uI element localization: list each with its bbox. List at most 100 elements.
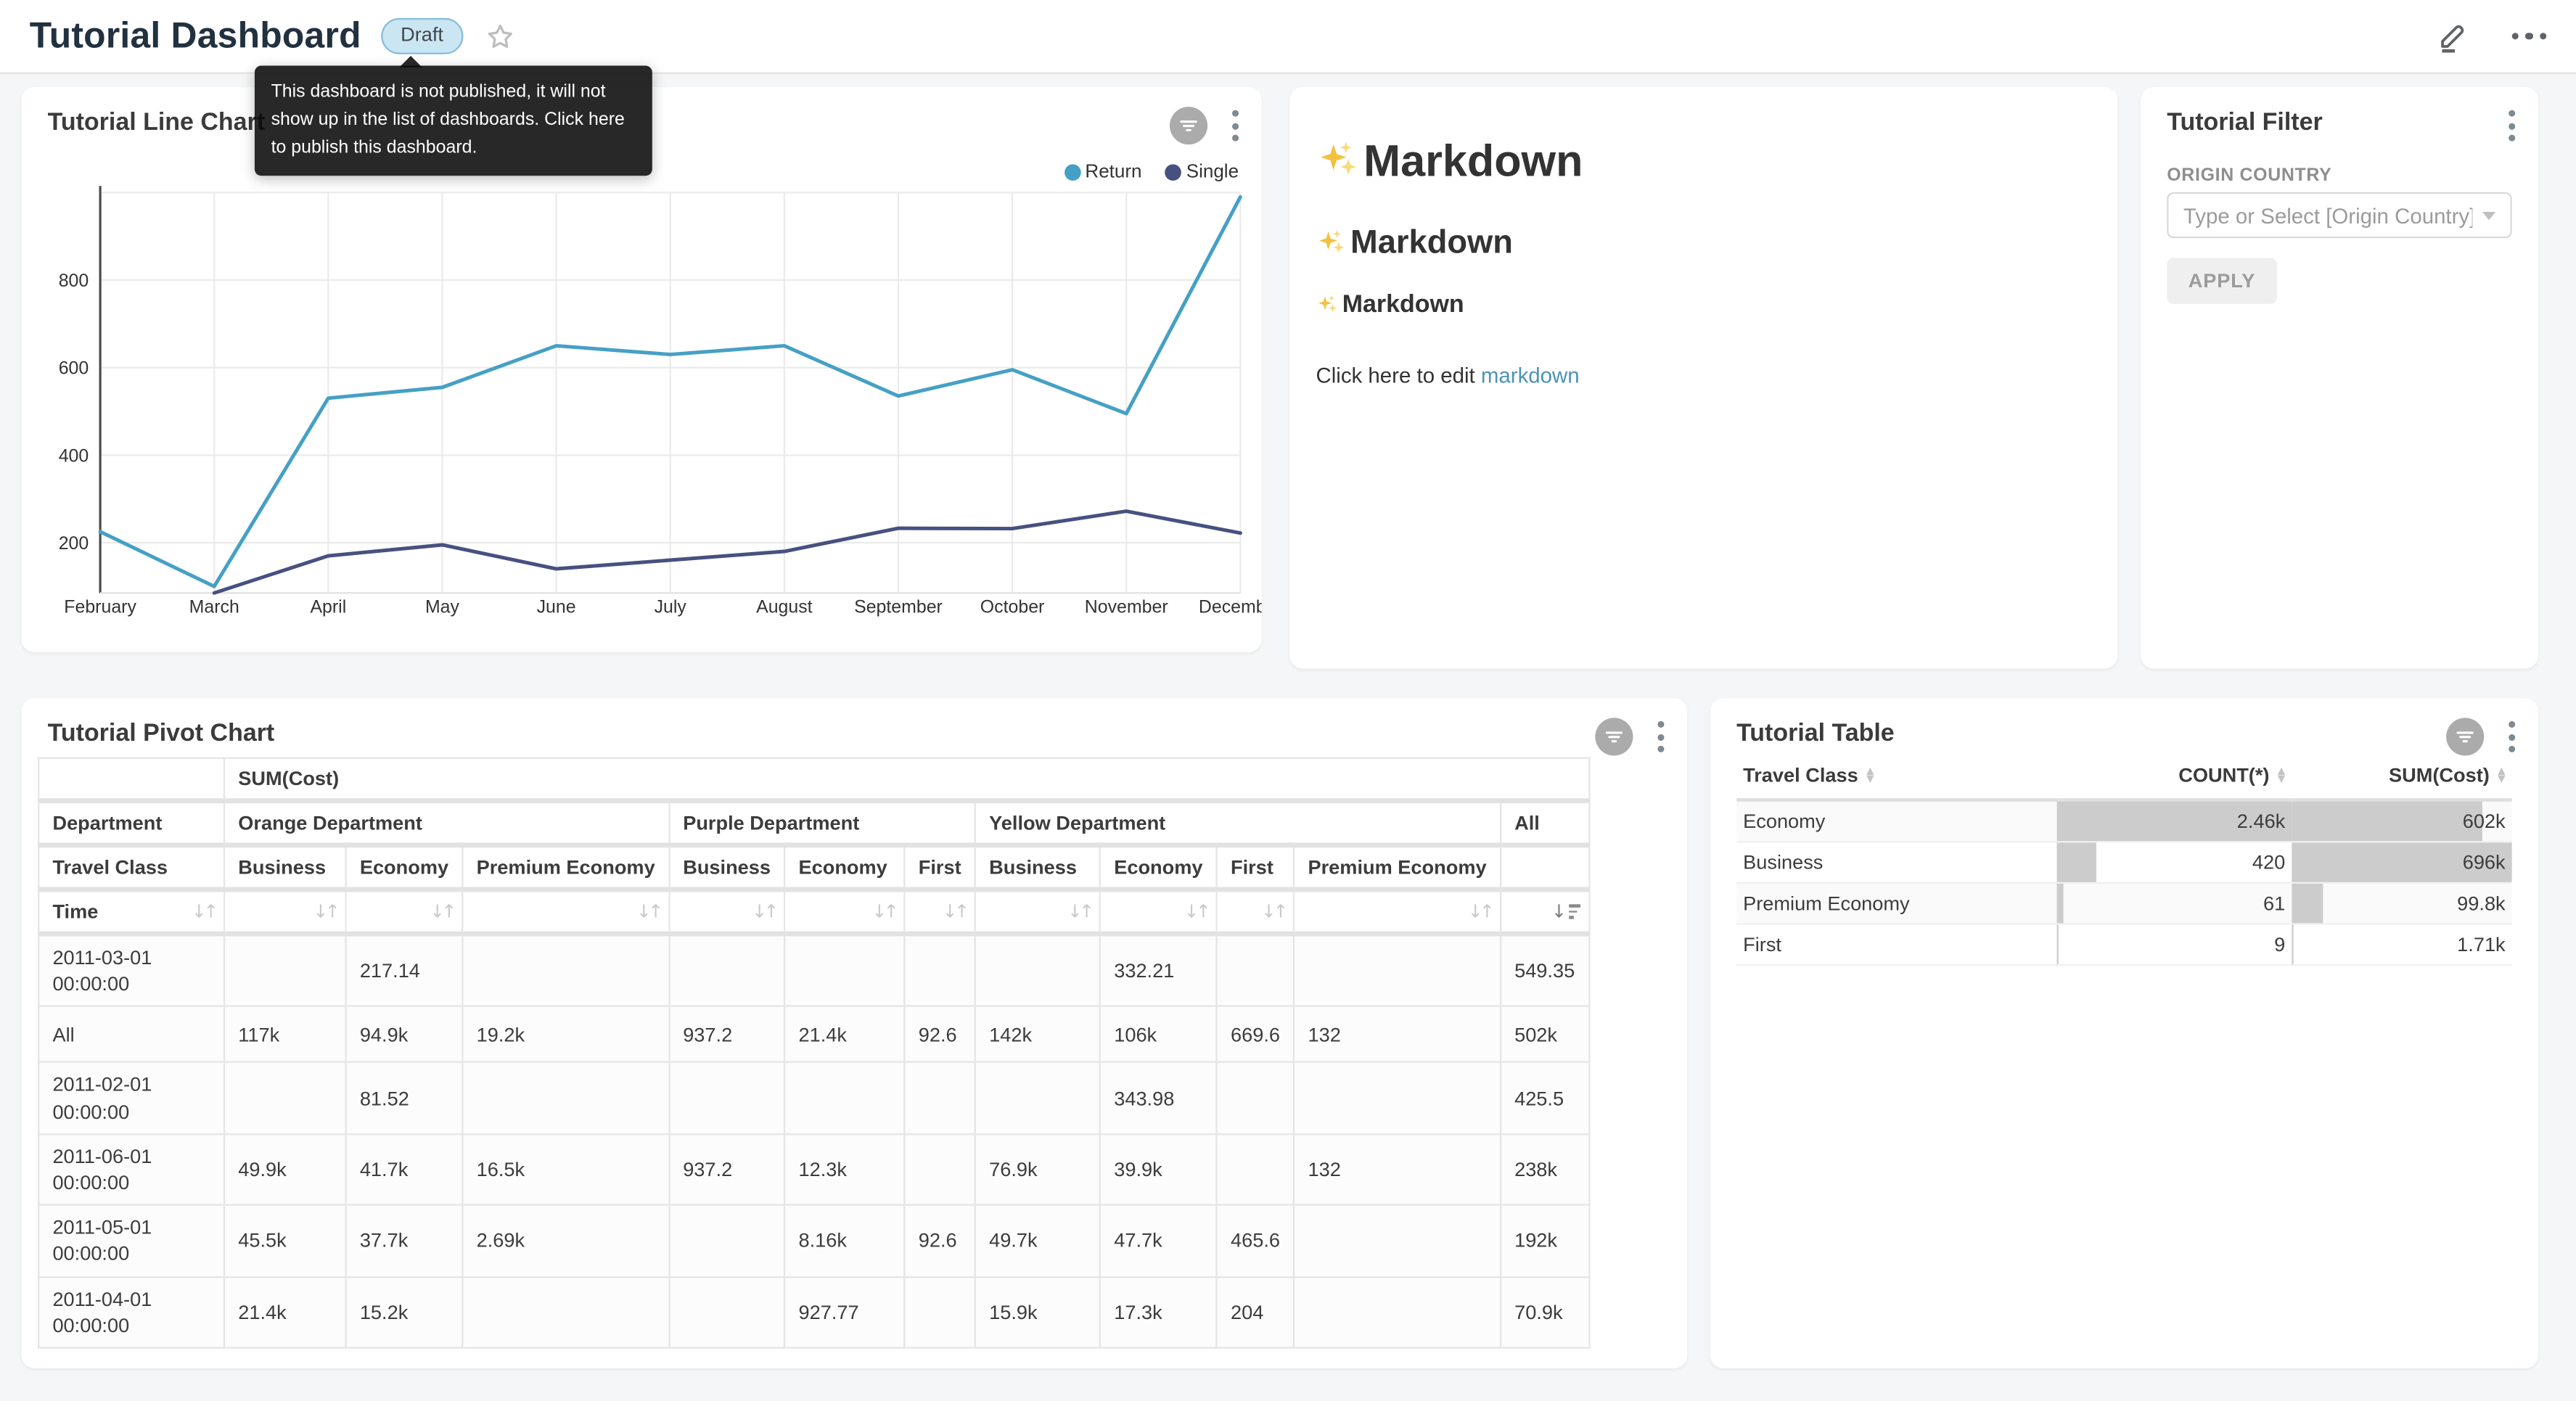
sort-icon[interactable]: ↓↑	[430, 901, 454, 922]
pivot-row-label: 2011-06-0100:00:00	[38, 1134, 224, 1205]
cross-filter-button[interactable]	[2446, 718, 2484, 755]
pivot-cell: 17.3k	[1100, 1276, 1217, 1347]
table-row[interactable]: First91.71k	[1736, 924, 2512, 966]
table-row[interactable]: Business420696k	[1736, 842, 2512, 883]
pivot-cell: 94.9k	[346, 1007, 463, 1063]
origin-country-label: ORIGIN COUNTRY	[2167, 166, 2331, 186]
legend-item[interactable]: Return	[1064, 163, 1142, 182]
sort-icon[interactable]: ↓↑	[1261, 901, 1285, 922]
tooltip-arrow	[399, 56, 422, 67]
pivot-department-header: All	[1501, 801, 1589, 845]
pivot-corner-cell	[38, 758, 224, 801]
count-cell: 9	[2057, 924, 2292, 966]
pivot-cell: 106k	[1100, 1007, 1217, 1063]
pivot-cell	[905, 1276, 975, 1347]
pivot-cell: 16.5k	[462, 1134, 669, 1205]
travel-class-cell: Business	[1736, 842, 2056, 883]
draft-tooltip[interactable]: This dashboard is not published, it will…	[255, 66, 652, 176]
cross-filter-button[interactable]	[1595, 718, 1633, 755]
svg-text:February: February	[64, 596, 136, 617]
pivot-cell	[669, 1276, 784, 1347]
sort-icon[interactable]: ↓↑	[1468, 901, 1492, 922]
pivot-cell: 238k	[1501, 1134, 1589, 1205]
pivot-data-row: 2011-03-0100:00:00217.14332.21549.35	[38, 934, 1588, 1006]
pivot-class-header: Business	[669, 845, 784, 890]
pivot-cell: 117k	[224, 1007, 346, 1063]
sort-icon[interactable]: ↓↑	[313, 901, 337, 922]
sort-icon[interactable]: ↓↑	[1184, 901, 1208, 922]
dashboard-page: Tutorial Dashboard Draft This dashboard …	[0, 0, 2576, 1401]
column-header-travel-class[interactable]: Travel Class▲▼	[1736, 757, 2056, 800]
sort-icon[interactable]: ▲▼	[1866, 767, 1874, 784]
pivot-cell: 19.2k	[462, 1007, 669, 1063]
pivot-sort-cell: ↓↑	[462, 890, 669, 934]
chart-legend: Return Single	[1064, 163, 1239, 182]
pivot-cell: 343.98	[1100, 1063, 1217, 1134]
pivot-sort-cell: ↓↑	[1217, 890, 1294, 934]
pivot-class-header: First	[1217, 845, 1294, 890]
svg-text:May: May	[425, 596, 460, 617]
filter-menu-button[interactable]	[2506, 107, 2519, 144]
svg-text:July: July	[655, 596, 687, 617]
pivot-cell	[224, 934, 346, 1006]
svg-text:October: October	[980, 596, 1045, 617]
column-header-count[interactable]: COUNT(*)▲▼	[2057, 757, 2292, 800]
markdown-paragraph: Click here to edit markdown	[1316, 363, 2091, 387]
markdown-heading-2: Markdown	[1316, 225, 2091, 263]
edit-dashboard-button[interactable]	[2435, 20, 2468, 52]
pivot-cell: 49.9k	[224, 1134, 346, 1205]
pivot-sort-cell: ↓↑	[669, 890, 784, 934]
pivot-cell: 142k	[975, 1007, 1100, 1063]
pivot-cell: 81.52	[346, 1063, 463, 1134]
filter-card-title: Tutorial Filter	[2167, 108, 2322, 136]
pencil-icon	[2435, 20, 2468, 52]
pivot-col-dim-label: Travel Class	[38, 845, 224, 890]
pivot-cell: 2.69k	[462, 1205, 669, 1276]
chevron-down-icon	[2482, 211, 2495, 219]
more-actions-button[interactable]	[2511, 33, 2547, 40]
edit-markdown-link[interactable]: markdown	[1481, 363, 1580, 387]
sort-icon[interactable]: ↓↑	[752, 901, 776, 922]
column-header-sum-cost[interactable]: SUM(Cost)▲▼	[2292, 757, 2511, 800]
pivot-table: SUM(Cost)DepartmentOrange DepartmentPurp…	[38, 757, 1589, 1349]
draft-status-badge[interactable]: Draft	[381, 19, 463, 54]
pivot-cell	[905, 1063, 975, 1134]
pivot-cell: 70.9k	[1501, 1276, 1589, 1347]
legend-item[interactable]: Single	[1165, 163, 1239, 182]
sort-icon[interactable]: ↓↑	[871, 901, 895, 922]
sort-icon[interactable]: ▲▼	[2498, 767, 2505, 784]
pivot-cell	[1294, 1063, 1501, 1134]
sort-icon[interactable]: ↓↑	[192, 901, 216, 922]
table-row[interactable]: Premium Economy6199.8k	[1736, 883, 2512, 924]
pivot-data-row: All117k94.9k19.2k937.221.4k92.6142k106k6…	[38, 1007, 1588, 1063]
sort-icon[interactable]: ↓↑	[1067, 901, 1091, 922]
pivot-sort-cell: ↓↑	[346, 890, 463, 934]
sort-desc-icon[interactable]: ↓	[1551, 901, 1580, 922]
pivot-chart-title: Tutorial Pivot Chart	[48, 720, 275, 747]
pivot-cell: 937.2	[669, 1007, 784, 1063]
sort-icon[interactable]: ↓↑	[636, 901, 660, 922]
pivot-row-label: 2011-04-0100:00:00	[38, 1276, 224, 1347]
svg-text:800: 800	[59, 271, 89, 291]
pivot-sort-cell: ↓↑	[975, 890, 1100, 934]
pivot-cell: 21.4k	[784, 1007, 904, 1063]
pivot-cell	[462, 1276, 669, 1347]
apply-button[interactable]: APPLY	[2167, 258, 2276, 303]
pivot-cell: 332.21	[1100, 934, 1217, 1006]
sparkles-icon	[1316, 139, 1360, 184]
select-placeholder: Type or Select [Origin Country]	[2183, 203, 2472, 228]
pivot-sort-cell: ↓↑	[224, 890, 346, 934]
sort-icon[interactable]: ↓↑	[943, 901, 967, 922]
chart-menu-button[interactable]	[1654, 718, 1668, 755]
origin-country-select[interactable]: Type or Select [Origin Country]	[2167, 192, 2511, 238]
pivot-class-row: Travel ClassBusinessEconomyPremium Econo…	[38, 845, 1588, 890]
table-row[interactable]: Economy2.46k602k	[1736, 800, 2512, 842]
pivot-department-header: Yellow Department	[975, 801, 1501, 845]
travel-class-cell: First	[1736, 924, 2056, 966]
favorite-button[interactable]	[485, 20, 516, 52]
pivot-class-header: First	[905, 845, 975, 890]
pivot-metric-header: SUM(Cost)	[224, 758, 1588, 801]
sort-icon[interactable]: ▲▼	[2278, 767, 2285, 784]
chart-menu-button[interactable]	[2506, 718, 2519, 755]
pivot-sort-cell: ↓↑	[1100, 890, 1217, 934]
